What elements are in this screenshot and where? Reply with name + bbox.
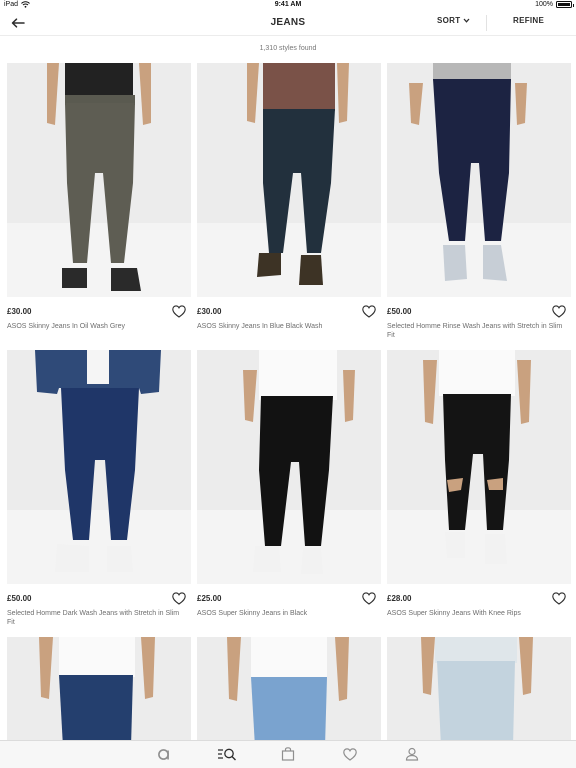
heart-icon[interactable]	[362, 592, 376, 605]
product-name[interactable]: Selected Homme Dark Wash Jeans with Stre…	[7, 609, 191, 627]
product-card[interactable]: £30.00 ASOS Skinny Jeans In Oil Wash Gre…	[7, 63, 191, 331]
tab-saved[interactable]	[340, 745, 360, 763]
product-image[interactable]	[197, 350, 381, 584]
saved-icon	[343, 747, 357, 761]
product-image[interactable]	[387, 350, 571, 584]
status-time: 9:41 AM	[274, 1, 302, 8]
tab-bag[interactable]	[278, 745, 298, 763]
price-row: £50.00	[7, 592, 191, 606]
product-card[interactable]: £50.00 Selected Homme Dark Wash Jeans wi…	[7, 350, 191, 627]
product-price: £50.00	[387, 307, 412, 316]
tab-account[interactable]	[402, 745, 422, 763]
home-icon	[158, 749, 169, 760]
status-right: 100%	[535, 1, 574, 8]
search-icon	[218, 748, 236, 761]
nav-bar: JEANS SORT REFINE	[0, 11, 576, 36]
product-price: £30.00	[197, 307, 222, 316]
product-image[interactable]	[197, 637, 381, 740]
tab-home[interactable]	[154, 745, 174, 763]
product-image[interactable]	[387, 63, 571, 297]
product-price: £30.00	[7, 307, 32, 316]
product-name[interactable]: ASOS Skinny Jeans In Blue Black Wash	[197, 322, 381, 331]
product-card[interactable]: £25.00 ASOS Super Skinny Jeans in Black	[197, 350, 381, 618]
product-name[interactable]: ASOS Super Skinny Jeans in Black	[197, 609, 381, 618]
price-row: £30.00	[7, 305, 191, 319]
heart-icon[interactable]	[552, 592, 566, 605]
product-card[interactable]: £50.00 Selected Homme Rinse Wash Jeans w…	[387, 63, 571, 340]
product-card[interactable]	[7, 637, 191, 740]
tab-search[interactable]	[217, 745, 237, 763]
product-image[interactable]	[7, 63, 191, 297]
product-card[interactable]: £30.00 ASOS Skinny Jeans In Blue Black W…	[197, 63, 381, 331]
product-image[interactable]	[7, 637, 191, 740]
heart-icon[interactable]	[172, 592, 186, 605]
product-price: £25.00	[197, 594, 222, 603]
price-row: £28.00	[387, 592, 571, 606]
product-image[interactable]	[197, 63, 381, 297]
product-name[interactable]: ASOS Skinny Jeans In Oil Wash Grey	[7, 322, 191, 331]
product-card[interactable]	[197, 637, 381, 740]
page-title: JEANS	[270, 17, 306, 28]
product-name[interactable]: ASOS Super Skinny Jeans With Knee Rips	[387, 609, 571, 618]
heart-icon[interactable]	[552, 305, 566, 318]
sort-button[interactable]: SORT	[437, 16, 470, 25]
chevron-down-icon	[463, 18, 470, 23]
nav-divider	[486, 15, 487, 31]
product-image[interactable]	[387, 637, 571, 740]
account-icon	[405, 747, 419, 761]
bag-icon	[281, 747, 295, 761]
heart-icon[interactable]	[172, 305, 186, 318]
status-bar: iPad 9:41 AM 100%	[0, 0, 576, 11]
price-row: £25.00	[197, 592, 381, 606]
refine-button[interactable]: REFINE	[513, 16, 544, 25]
product-card[interactable]: £28.00 ASOS Super Skinny Jeans With Knee…	[387, 350, 571, 618]
battery-icon	[556, 1, 574, 8]
results-count: 1,310 styles found	[259, 45, 317, 52]
heart-icon[interactable]	[362, 305, 376, 318]
price-row: £50.00	[387, 305, 571, 319]
sort-label: SORT	[437, 16, 461, 25]
product-price: £50.00	[7, 594, 32, 603]
product-name[interactable]: Selected Homme Rinse Wash Jeans with Str…	[387, 322, 571, 340]
price-row: £30.00	[197, 305, 381, 319]
product-grid: £30.00 ASOS Skinny Jeans In Oil Wash Gre…	[0, 63, 576, 740]
bottom-tab-bar	[0, 740, 576, 768]
battery-percent: 100%	[535, 1, 553, 8]
product-price: £28.00	[387, 594, 412, 603]
product-card[interactable]	[387, 637, 571, 740]
product-image[interactable]	[7, 350, 191, 584]
